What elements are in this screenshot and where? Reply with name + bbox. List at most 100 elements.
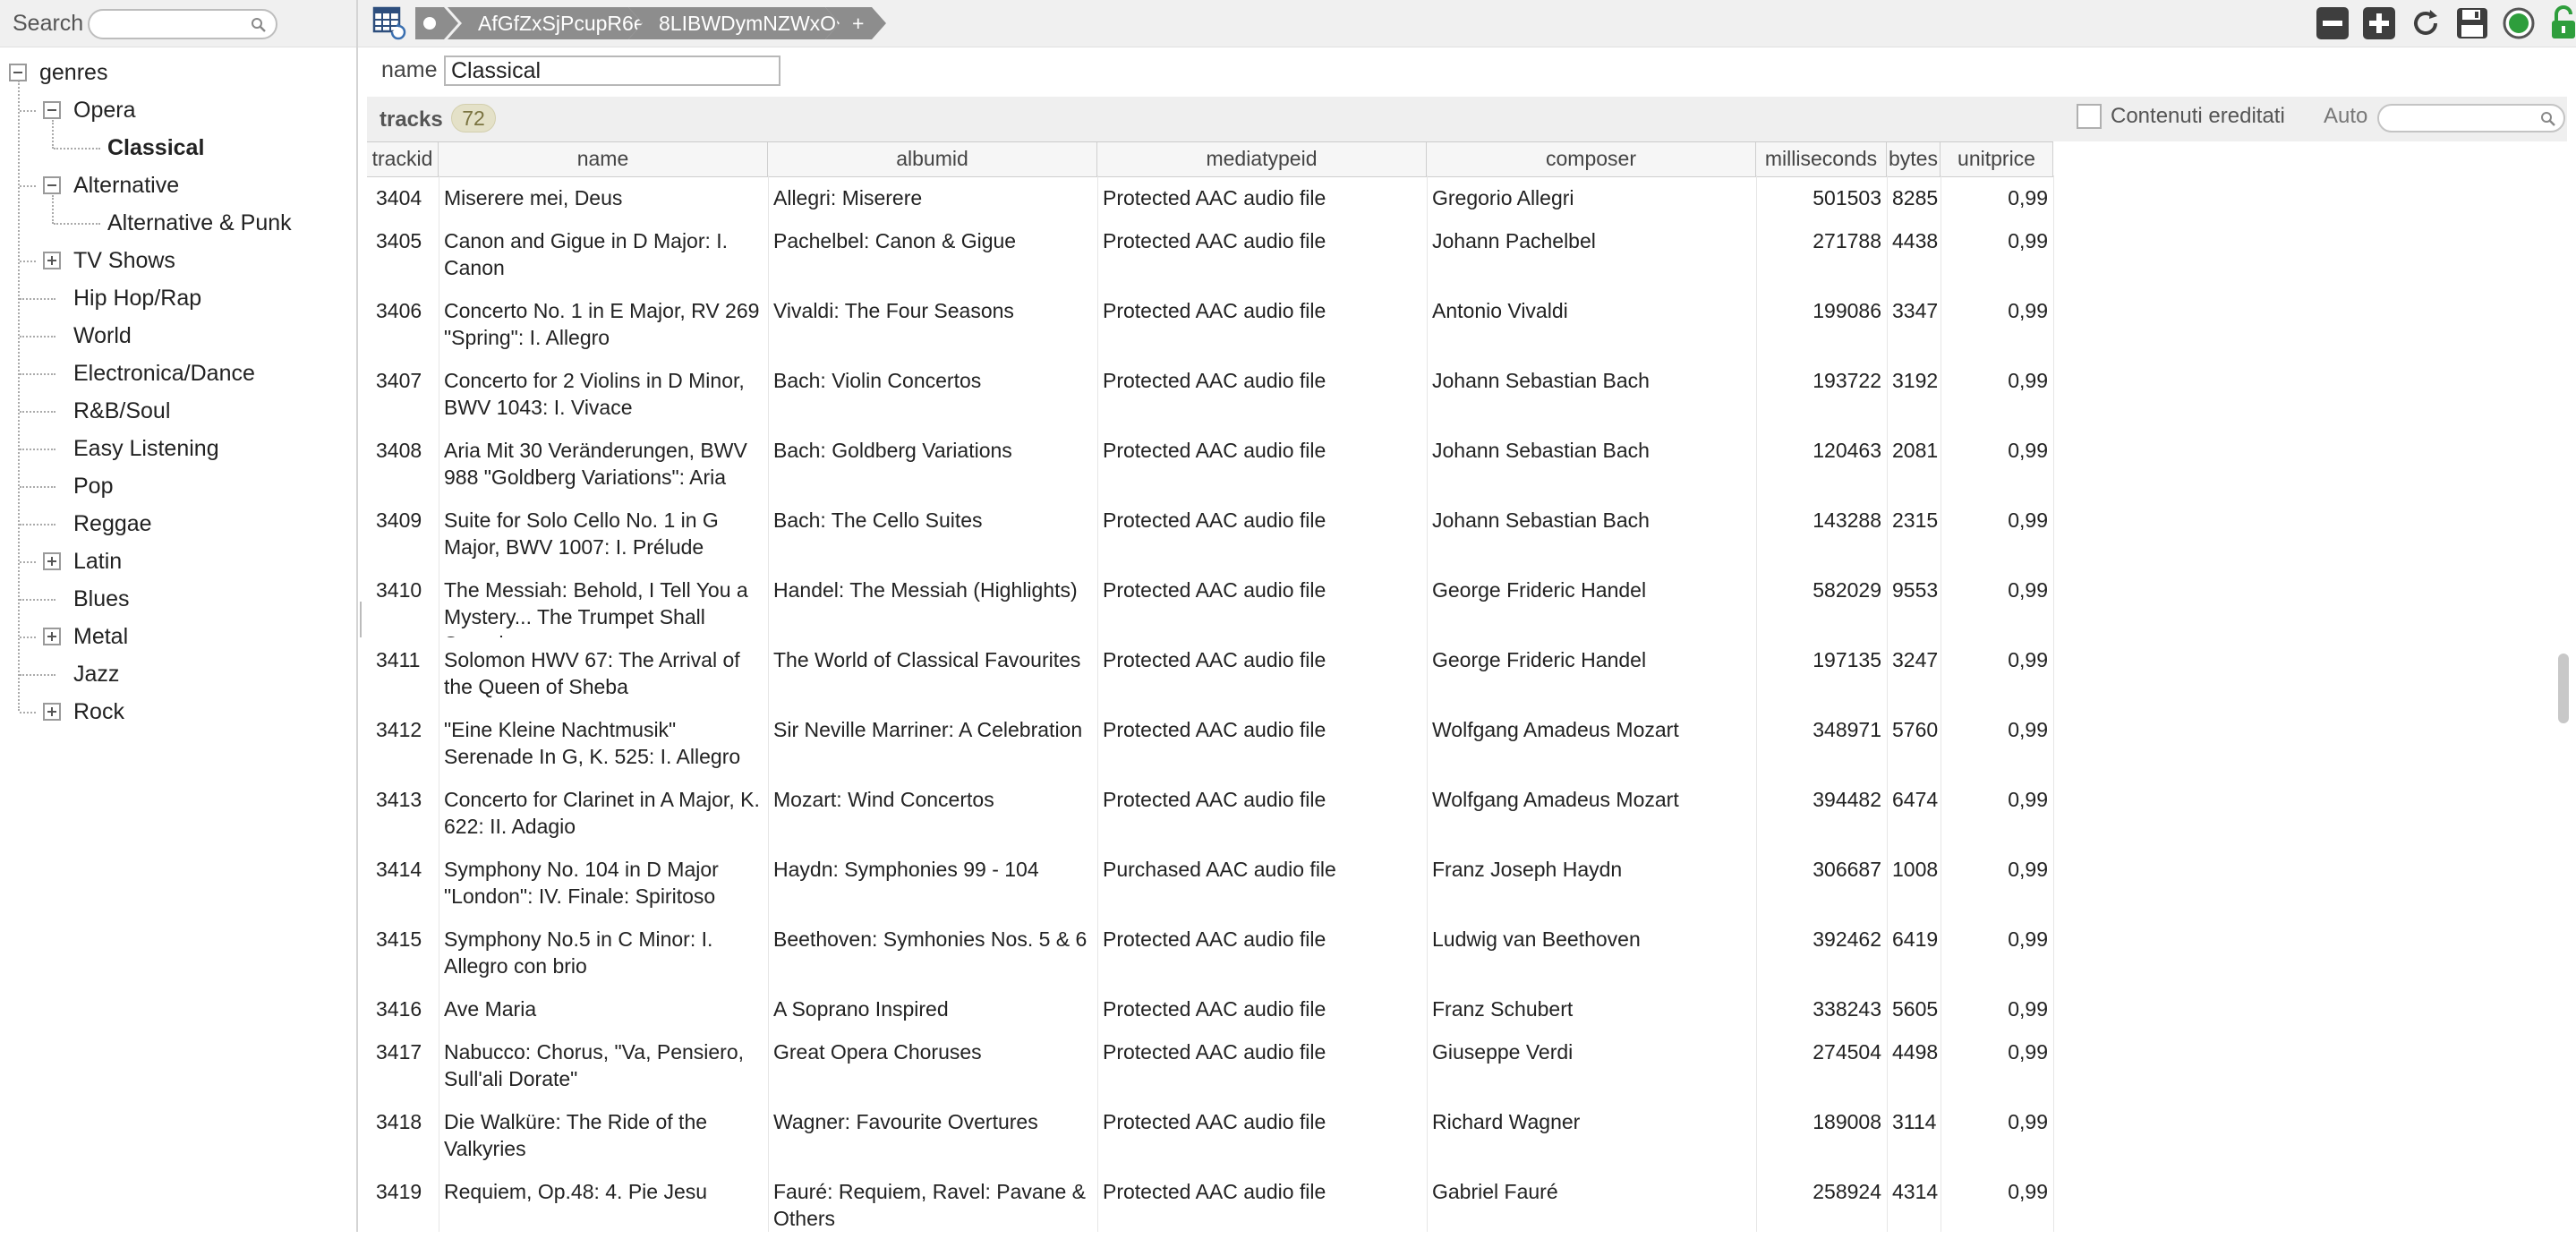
column-header-composer[interactable]: composer	[1427, 142, 1756, 176]
cell-unitprice: 0,99	[2008, 299, 2048, 322]
table-row[interactable]: 3418 Die Walküre: The Ride of the Valkyri…	[367, 1099, 2567, 1169]
table-row[interactable]: 3410 The Messiah: Behold, I Tell You a My…	[367, 568, 2567, 637]
save-icon[interactable]	[2454, 5, 2490, 41]
tree-expand-toggle[interactable]	[43, 252, 61, 269]
table-row[interactable]: 3411 Solomon HWV 67: The Arrival of the Q…	[367, 637, 2567, 707]
cell-bytes: 8285	[1892, 186, 1939, 209]
cell-bytes: 9553	[1892, 578, 1939, 602]
breadcrumb-root[interactable]	[415, 7, 458, 39]
tree-item[interactable]: Blues	[73, 584, 130, 614]
cell-albumid: Sir Neville Marriner: A Celebration	[773, 718, 1083, 741]
reload-icon[interactable]	[2408, 5, 2444, 41]
table-row[interactable]: 3417 Nabucco: Chorus, "Va, Pensiero, Sull…	[367, 1030, 2567, 1099]
tree-connector	[20, 298, 55, 300]
tree-item[interactable]: Alternative & Punk	[107, 208, 292, 238]
record-dot-icon	[423, 17, 436, 30]
tree-item[interactable]: TV Shows	[73, 245, 175, 276]
column-header-bytes[interactable]: bytes	[1887, 142, 1941, 176]
cell-mediatypeid: Protected AAC audio file	[1103, 788, 1326, 811]
tree-item[interactable]: Metal	[73, 621, 128, 652]
search-input[interactable]	[88, 9, 277, 39]
column-separator	[1756, 175, 1757, 1232]
unlock-icon[interactable]	[2546, 5, 2576, 41]
tree-connector	[20, 449, 55, 450]
tree-expand-toggle[interactable]	[43, 628, 61, 645]
tree-item[interactable]: Jazz	[73, 659, 119, 689]
cell-trackid: 3417	[376, 1040, 422, 1064]
cell-unitprice: 0,99	[2008, 229, 2048, 252]
auto-filter-input[interactable]	[2377, 104, 2565, 132]
table-row[interactable]: 3415 Symphony No.5 in C Minor: I. Allegro…	[367, 917, 2567, 987]
panel-splitter-handle[interactable]	[360, 602, 362, 637]
cell-composer: Johann Sebastian Bach	[1432, 508, 1650, 532]
add-button[interactable]	[2361, 5, 2397, 41]
cell-name: Symphony No.5 in C Minor: I. Allegro con…	[444, 927, 713, 978]
cell-albumid: Handel: The Messiah (Highlights)	[773, 578, 1078, 602]
cell-mediatypeid: Protected AAC audio file	[1103, 927, 1326, 951]
table-row[interactable]: 3416 Ave Maria A Soprano Inspired Protected…	[367, 987, 2567, 1030]
cell-mediatypeid: Protected AAC audio file	[1103, 1110, 1326, 1133]
tree-item-selected[interactable]: Classical	[107, 132, 204, 163]
tree-root-genres[interactable]: genres	[39, 57, 107, 88]
tree-item[interactable]: Latin	[73, 546, 122, 577]
name-field[interactable]: Classical	[444, 56, 780, 86]
table-row[interactable]: 3404 Miserere mei, Deus Allegri: Miserere P…	[367, 175, 2567, 218]
tree-collapse-toggle[interactable]	[43, 101, 61, 119]
cell-bytes: 4498	[1892, 1040, 1939, 1064]
plus-icon: +	[852, 12, 865, 35]
breadcrumb-item-2[interactable]: 8LIBWDymNZWxO98HIJEmxw	[628, 7, 840, 39]
cell-milliseconds: 306687	[1813, 858, 1881, 881]
table-row[interactable]: 3407 Concerto for 2 Violins in D Minor, B…	[367, 358, 2567, 428]
cell-milliseconds: 120463	[1813, 439, 1881, 462]
table-row[interactable]: 3414 Symphony No. 104 in D Major "London"…	[367, 847, 2567, 917]
cell-milliseconds: 189008	[1813, 1110, 1881, 1133]
tree-item[interactable]: Reggae	[73, 508, 152, 539]
cell-name: Solomon HWV 67: The Arrival of the Queen…	[444, 648, 740, 698]
cell-name: Concerto for 2 Violins in D Minor, BWV 1…	[444, 369, 745, 419]
cell-composer: Antonio Vivaldi	[1432, 299, 1568, 322]
tree-expand-toggle[interactable]	[43, 703, 61, 721]
tree-item[interactable]: Hip Hop/Rap	[73, 283, 201, 313]
tree-item[interactable]: World	[73, 320, 132, 351]
cell-milliseconds: 143288	[1813, 508, 1881, 532]
table-row[interactable]: 3406 Concerto No. 1 in E Major, RV 269 "S…	[367, 288, 2567, 358]
table-row[interactable]: 3413 Concerto for Clarinet in A Major, K.…	[367, 777, 2567, 847]
cell-bytes: 4314	[1892, 1180, 1939, 1203]
table-row[interactable]: 3419 Requiem, Op.48: 4. Pie Jesu Fauré: Re…	[367, 1169, 2567, 1239]
tree-item[interactable]: Opera	[73, 95, 135, 125]
table-row[interactable]: 3405 Canon and Gigue in D Major: I. Canon…	[367, 218, 2567, 288]
tree-collapse-toggle[interactable]	[9, 64, 27, 81]
inherited-content-checkbox[interactable]	[2077, 104, 2102, 129]
tree-collapse-toggle[interactable]	[43, 176, 61, 194]
cell-milliseconds: 271788	[1813, 229, 1881, 252]
tree-item[interactable]: Alternative	[73, 170, 179, 201]
column-header-name[interactable]: name	[439, 142, 768, 176]
column-header-albumid[interactable]: albumid	[768, 142, 1097, 176]
tree-expand-toggle[interactable]	[43, 552, 61, 570]
genre-tree-panel: Search genres Opera Classical Alternative Al…	[0, 0, 358, 1232]
tree-item[interactable]: Pop	[73, 471, 113, 501]
column-header-mediatypeid[interactable]: mediatypeid	[1097, 142, 1427, 176]
tree-connector	[52, 120, 54, 149]
cell-name: Miserere mei, Deus	[444, 186, 623, 209]
cell-composer: Johann Sebastian Bach	[1432, 369, 1650, 392]
table-refresh-icon[interactable]	[372, 5, 406, 41]
search-icon	[2541, 112, 2555, 126]
table-row[interactable]: 3409 Suite for Solo Cello No. 1 in G Majo…	[367, 498, 2567, 568]
column-header-unitprice[interactable]: unitprice	[1941, 142, 2053, 176]
column-header-trackid[interactable]: trackid	[367, 142, 439, 176]
cell-unitprice: 0,99	[2008, 439, 2048, 462]
tree-item[interactable]: R&B/Soul	[73, 396, 170, 426]
tree-connector	[20, 486, 55, 488]
tree-item[interactable]: Rock	[73, 696, 124, 727]
breadcrumb-item-1[interactable]: AfGfZxSjPcupR6eU8t9Ezg	[448, 7, 643, 39]
tree-item[interactable]: Electronica/Dance	[73, 358, 255, 389]
tree-item[interactable]: Easy Listening	[73, 433, 219, 464]
vertical-scrollbar-thumb[interactable]	[2558, 654, 2569, 723]
cell-trackid: 3405	[376, 229, 422, 252]
remove-button[interactable]	[2315, 5, 2350, 41]
table-row[interactable]: 3412 "Eine Kleine Nachtmusik" Serenade In…	[367, 707, 2567, 777]
table-row[interactable]: 3408 Aria Mit 30 Veränderungen, BWV 988 "…	[367, 428, 2567, 498]
cell-unitprice: 0,99	[2008, 927, 2048, 951]
column-header-milliseconds[interactable]: milliseconds	[1756, 142, 1887, 176]
